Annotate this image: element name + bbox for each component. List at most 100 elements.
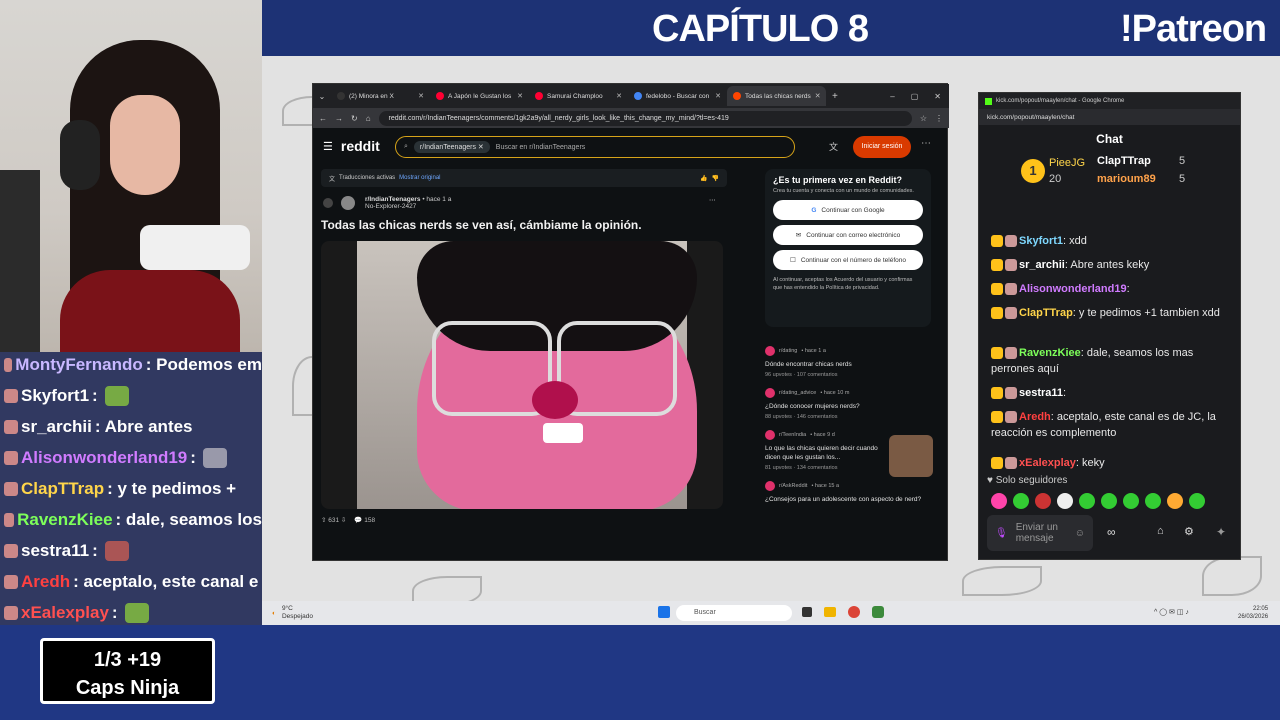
related-title[interactable]: ¿Dónde conocer mujeres nerds?	[765, 402, 935, 411]
related-thumbnail[interactable]	[889, 435, 933, 477]
plush-teeth	[543, 423, 583, 443]
google-login-button[interactable]: G Continuar con Google	[773, 200, 923, 220]
chat-input[interactable]: 🎙 Enviar un mensaje ☺	[987, 515, 1093, 551]
browser-tab[interactable]: fedelobo - Buscar con ✕	[628, 86, 727, 106]
chat-username[interactable]: RavenzKiee	[1019, 347, 1081, 359]
menu-icon[interactable]: ⋮	[935, 114, 943, 123]
emote-icon[interactable]	[1189, 493, 1205, 509]
related-title[interactable]: ¿Consejos para un adolescente con aspect…	[765, 495, 935, 504]
thumbs-up-icon[interactable]: 👍	[700, 175, 707, 182]
comments-button[interactable]: 💬 158	[354, 516, 375, 524]
emote-icon[interactable]	[1145, 493, 1161, 509]
subreddit-chip[interactable]: r/IndianTeenagers ✕	[413, 141, 490, 153]
chat-text: :	[1126, 283, 1130, 295]
reddit-search[interactable]: ⌕ r/IndianTeenagers ✕ Buscar en r/Indian…	[395, 136, 795, 158]
post-subreddit[interactable]: r/IndianTeenagers	[365, 196, 421, 203]
stream-chat-row: sr_archii : Abre antes	[0, 414, 262, 440]
related-post[interactable]: r/dating • hace 1 a Dónde encontrar chicas…	[765, 346, 935, 378]
emote-icon[interactable]	[1167, 493, 1183, 509]
related-subreddit[interactable]: r/TeenIndia	[779, 432, 806, 438]
related-subreddit[interactable]: r/AskReddit	[779, 483, 807, 489]
clock[interactable]: 22:05 26/03/2026	[1238, 605, 1268, 621]
tab-close-icon[interactable]: ✕	[517, 92, 523, 100]
reddit-logo[interactable]: reddit	[341, 138, 380, 154]
related-post[interactable]: r/TeenIndia • hace 9 d Lo que las chicas q…	[765, 430, 935, 477]
chat-username[interactable]: Skyfort1	[1019, 235, 1063, 247]
leader-3-name[interactable]: marioum89	[1097, 173, 1156, 185]
chapter-title: CAPÍTULO 8	[652, 8, 869, 50]
more-icon[interactable]: ⋯	[921, 138, 931, 149]
subreddit-avatar[interactable]	[340, 196, 355, 210]
file-explorer-icon[interactable]	[824, 607, 836, 617]
chrome-icon[interactable]	[848, 606, 860, 618]
browser-tab[interactable]: (2) Minora en X ✕	[331, 86, 430, 106]
task-view-icon[interactable]	[802, 607, 812, 617]
gift-icon[interactable]: ⌂	[1157, 525, 1164, 537]
app-icon[interactable]	[872, 606, 884, 618]
emote-icon[interactable]	[1123, 493, 1139, 509]
emote-icon[interactable]	[1035, 493, 1051, 509]
weather-widget[interactable]: 9°C Despejado	[282, 605, 313, 621]
chat-username[interactable]: ClapTTrap	[1019, 307, 1073, 319]
chat-username[interactable]: sestra11	[1019, 387, 1063, 399]
post-image[interactable]	[321, 241, 723, 509]
tab-close-icon[interactable]: ✕	[815, 92, 821, 100]
tab-close-icon[interactable]: ✕	[715, 92, 721, 100]
forward-icon[interactable]: →	[335, 114, 343, 123]
related-post[interactable]: r/dating_advice • hace 10 m ¿Dónde conocer…	[765, 388, 935, 420]
maximize-icon[interactable]: ▢	[911, 92, 919, 101]
windows-start-icon[interactable]	[658, 606, 670, 618]
chat-username[interactable]: Alisonwonderland19	[1019, 283, 1127, 295]
post-author[interactable]: No-Explorer-2427	[365, 203, 416, 210]
tab-close-icon[interactable]: ✕	[616, 92, 622, 100]
phone-login-button[interactable]: ☐ Continuar con el número de teléfono	[773, 250, 923, 270]
emote-icon[interactable]	[1013, 493, 1029, 509]
related-subreddit[interactable]: r/dating_advice	[779, 390, 816, 396]
browser-tab[interactable]: Todas las chicas nerds ✕	[727, 86, 826, 106]
hamburger-icon[interactable]: ☰	[323, 140, 333, 153]
microphone-icon[interactable]: 🎙	[995, 528, 1008, 539]
upvote-button[interactable]: ⇧ 631 ⇩	[321, 516, 346, 524]
emoji-icon[interactable]: ☺	[1075, 528, 1085, 539]
chat-username[interactable]: xEalexplay	[1019, 457, 1076, 469]
search-input[interactable]: Buscar en r/IndianTeenagers	[496, 144, 586, 151]
browser-tab[interactable]: Samurai Champloo ✕	[529, 86, 628, 106]
post-options-icon[interactable]: ⋯	[709, 196, 716, 204]
close-window-icon[interactable]: ✕	[934, 92, 941, 101]
minimize-icon[interactable]: –	[890, 92, 894, 101]
home-icon[interactable]: ⌂	[366, 114, 371, 123]
tray-icons[interactable]: ^ ◯ ✉ ◫ ♪	[1154, 608, 1189, 616]
related-subreddit[interactable]: r/dating	[779, 348, 797, 354]
infinity-icon[interactable]: ∞	[1107, 525, 1116, 539]
tab-close-icon[interactable]: ✕	[418, 92, 424, 100]
settings-icon[interactable]: ⚙	[1184, 525, 1194, 538]
emote-icon[interactable]	[1101, 493, 1117, 509]
chat-username[interactable]: Aredh	[1019, 411, 1051, 423]
star-icon[interactable]: ☆	[920, 114, 927, 123]
emote-icon[interactable]	[1057, 493, 1073, 509]
related-title[interactable]: Dónde encontrar chicas nerds	[765, 360, 935, 369]
email-login-button[interactable]: ✉ Continuar con correo electrónico	[773, 225, 923, 245]
url-field[interactable]: reddit.com/r/IndianTeenagers/comments/1g…	[378, 110, 912, 126]
chat-message: sestra11:	[991, 385, 1236, 401]
show-original-link[interactable]: Mostrar original	[399, 175, 440, 181]
thumbs-down-icon[interactable]: 👎	[712, 175, 719, 182]
back-icon[interactable]: ←	[319, 114, 327, 123]
browser-tab[interactable]: A Japón le Gustan los ✕	[430, 86, 529, 106]
back-arrow-icon[interactable]	[323, 198, 333, 208]
related-title[interactable]: Lo que las chicas quieren decir cuando d…	[765, 444, 881, 462]
chat-url-bar[interactable]: kick.com/popout/maaylen/chat	[979, 109, 1240, 125]
login-button[interactable]: Iniciar sesión	[853, 136, 911, 158]
chat-username[interactable]: sr_archii	[1019, 259, 1065, 271]
leader-2-name[interactable]: ClapTTrap	[1097, 155, 1151, 167]
emote-icon[interactable]	[991, 493, 1007, 509]
new-tab-icon[interactable]: +	[826, 91, 844, 102]
emote-icon[interactable]	[1079, 493, 1095, 509]
taskbar-search[interactable]: Buscar	[676, 605, 792, 621]
translate-icon[interactable]: 文	[829, 140, 838, 153]
reload-icon[interactable]: ↻	[351, 114, 358, 123]
send-icon[interactable]: ✦	[1216, 525, 1226, 539]
tab-search-icon[interactable]: ⌄	[313, 92, 331, 101]
related-post[interactable]: r/AskReddit • hace 15 a ¿Consejos para un …	[765, 481, 935, 504]
leader-1-name[interactable]: PieeJG	[1049, 157, 1085, 169]
